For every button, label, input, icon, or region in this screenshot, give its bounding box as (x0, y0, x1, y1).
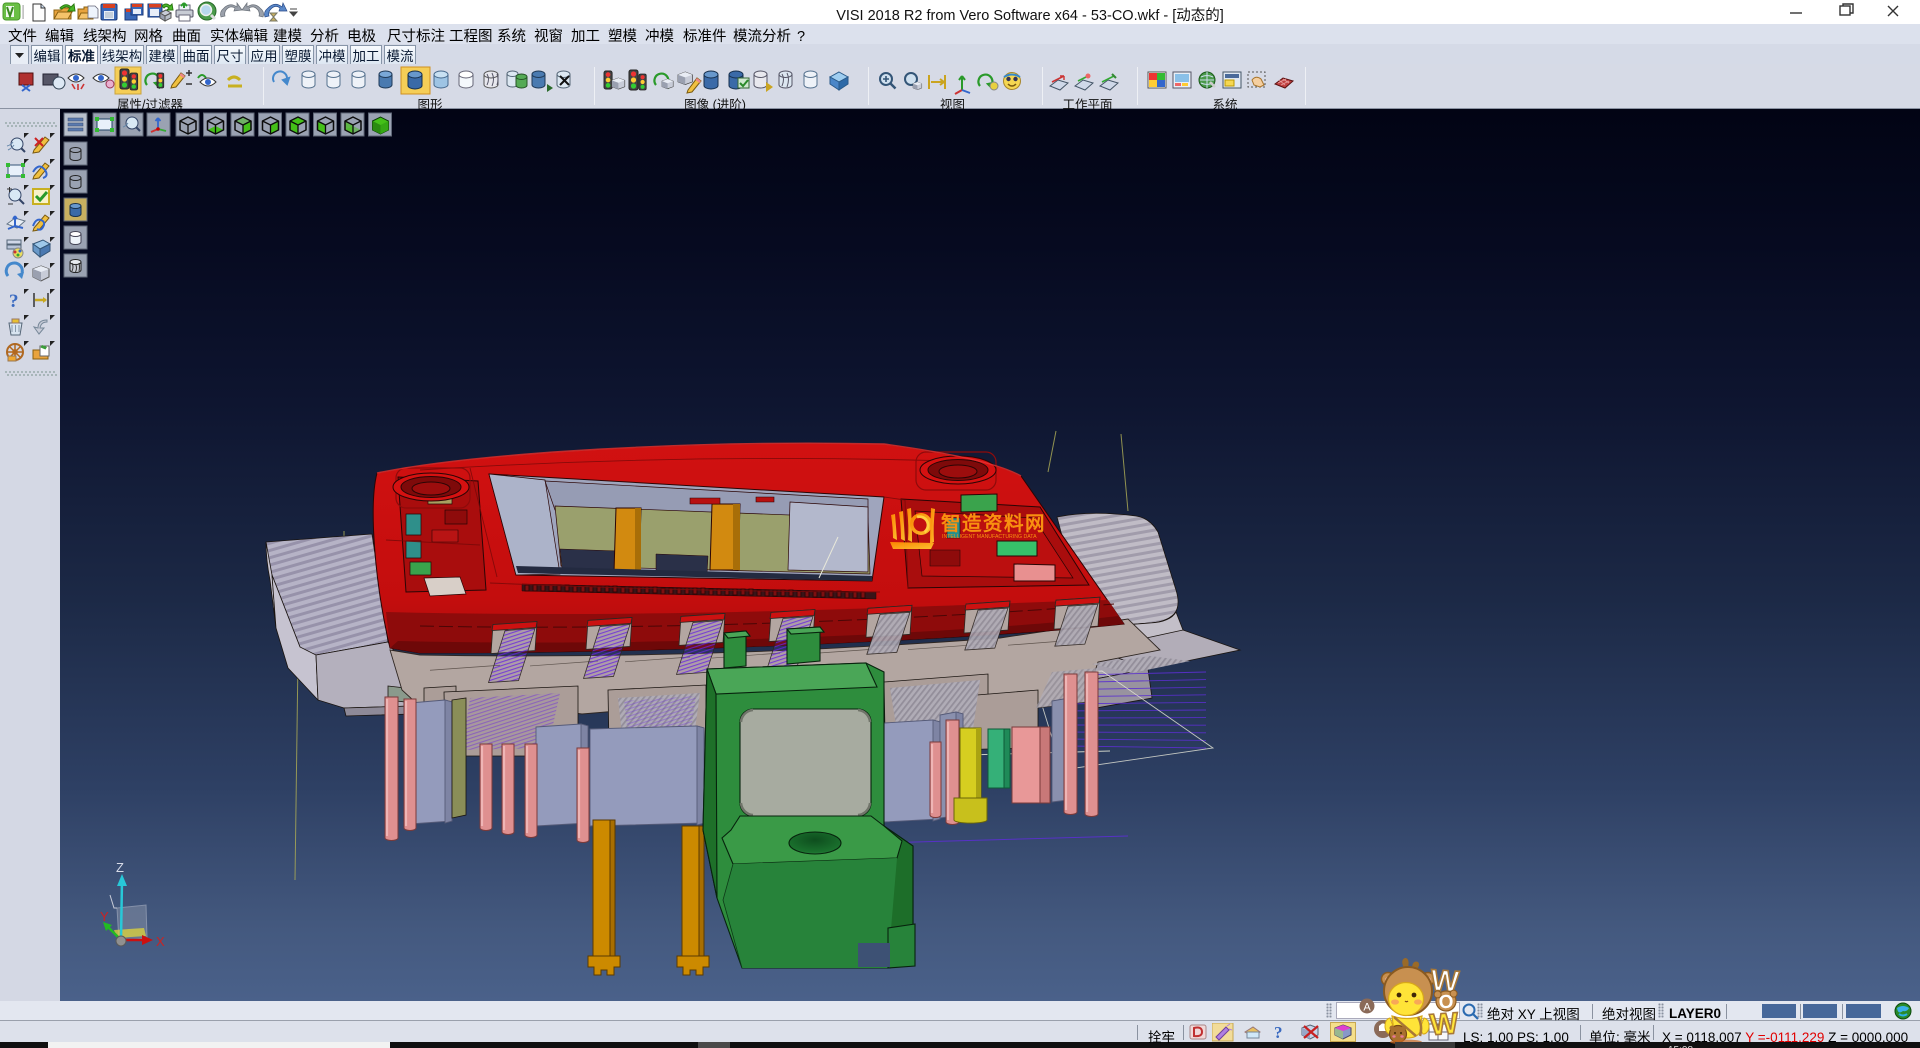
svg-text:X: X (156, 934, 165, 949)
svg-text:Y: Y (100, 909, 109, 924)
svg-text:Z: Z (116, 860, 124, 875)
svg-text:?: ? (9, 291, 19, 312)
svg-text:W: W (1429, 1007, 1460, 1042)
svg-text:?: ? (1274, 1023, 1283, 1042)
svg-text:INTELLIGENT MANUFACTURING DATA: INTELLIGENT MANUFACTURING DATA (942, 533, 1037, 540)
svg-text:智造资料网: 智造资料网 (941, 507, 1046, 536)
svg-text:A: A (1363, 1002, 1371, 1014)
